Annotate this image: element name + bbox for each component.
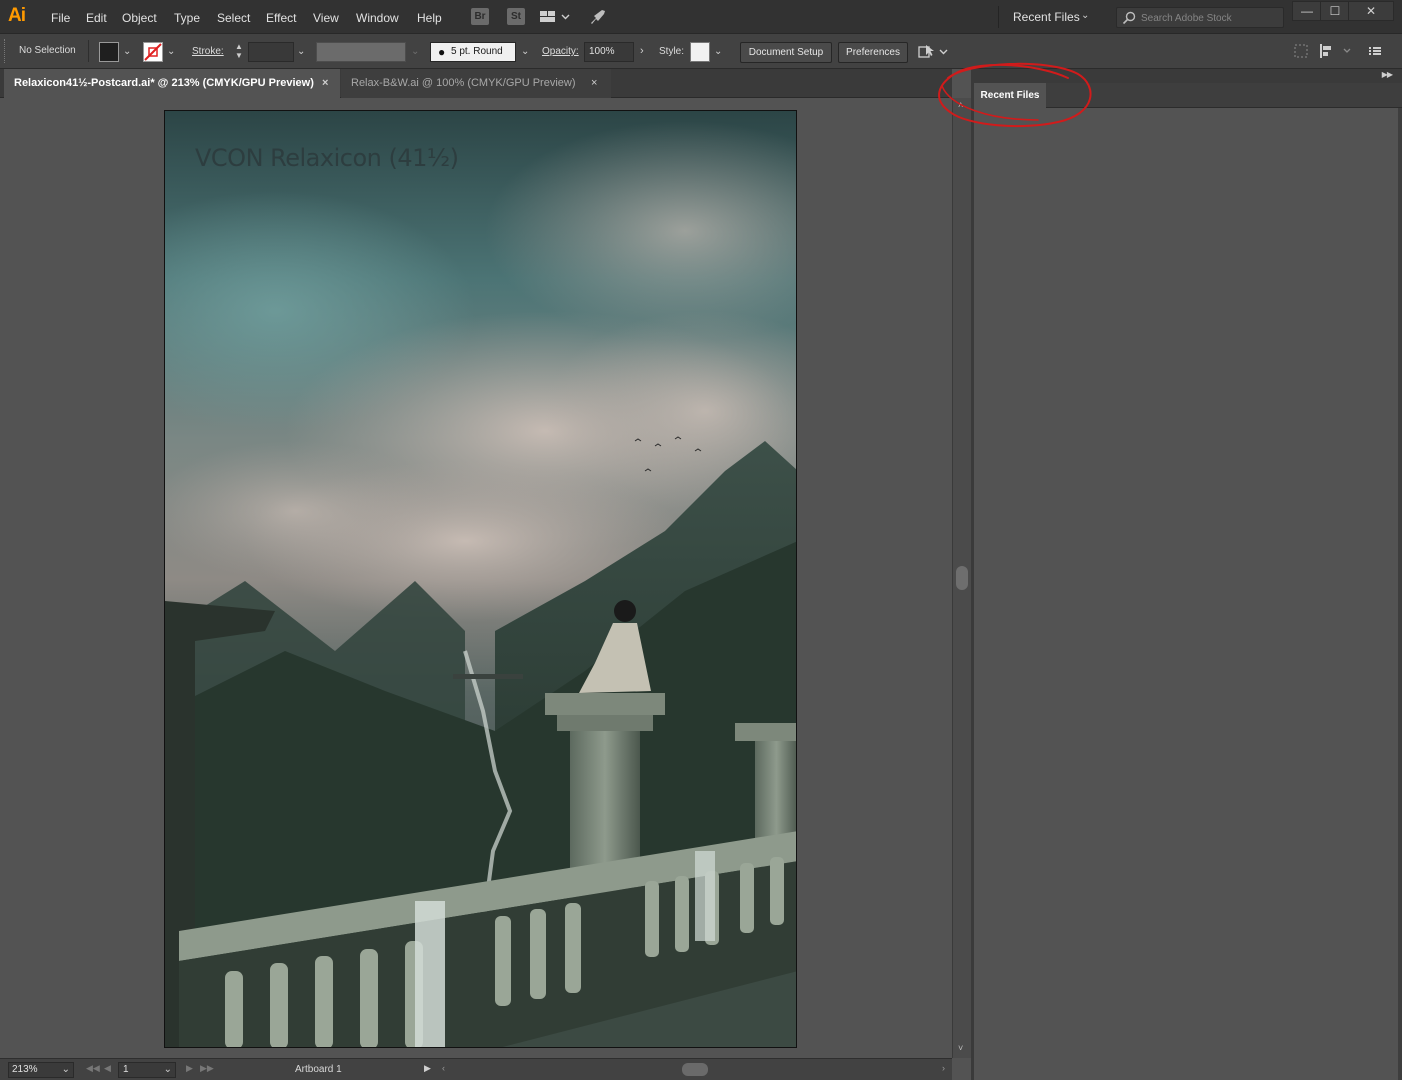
minimize-button[interactable]: — <box>1292 1 1322 21</box>
canvas-area[interactable]: VCON Relaxicon (41½) <box>0 98 952 1058</box>
bridge-icon[interactable]: Br <box>471 8 489 25</box>
menu-window[interactable]: Window <box>356 10 399 26</box>
chevron-down-icon[interactable]: ⌄ <box>297 46 305 57</box>
status-bar: 213% ⌄ ◀◀ ◀ 1 ⌄ ▶ ▶▶ Artboard 1 ▶ ‹ › <box>0 1058 952 1080</box>
align-button[interactable] <box>1318 43 1354 59</box>
stock-icon[interactable]: St <box>507 8 525 25</box>
document-tab-bw[interactable]: Relax-B&W.ai @ 100% (CMYK/GPU Preview) × <box>341 69 611 98</box>
artboard-number-field[interactable]: 1 ⌄ <box>118 1062 176 1078</box>
scroll-left-icon[interactable]: ‹ <box>442 1063 445 1073</box>
tab-label: Relaxicon41½-Postcard.ai* @ 213% (CMYK/G… <box>14 77 314 89</box>
chevron-down-icon: ⌄ <box>411 46 420 57</box>
document-setup-button[interactable]: Document Setup <box>740 42 832 63</box>
artwork-image <box>165 111 796 1047</box>
scroll-down-icon[interactable]: ˅ <box>958 1043 963 1053</box>
menu-view[interactable]: View <box>313 10 339 26</box>
selection-status: No Selection <box>19 45 76 56</box>
close-icon[interactable]: × <box>591 69 597 98</box>
close-window-button[interactable]: ✕ <box>1348 1 1394 21</box>
stroke-label[interactable]: Stroke: <box>192 46 224 57</box>
vertical-scroll-thumb[interactable] <box>956 566 968 590</box>
no-stroke-icon <box>144 43 162 61</box>
menu-help[interactable]: Help <box>417 10 442 26</box>
search-input[interactable] <box>1141 10 1281 26</box>
zoom-level-field[interactable]: 213% ⌄ <box>8 1062 74 1078</box>
hamburger-icon <box>1369 47 1381 55</box>
chevron-down-icon[interactable]: ⌄ <box>123 46 131 57</box>
artboard[interactable]: VCON Relaxicon (41½) <box>164 110 797 1048</box>
tab-recent-files[interactable]: Recent Files <box>974 83 1046 108</box>
adobe-stock-search <box>1116 7 1284 28</box>
first-artboard-icon[interactable]: ◀◀ <box>86 1063 100 1074</box>
brush-dot-icon: ● <box>438 45 446 59</box>
control-divider <box>88 40 89 62</box>
opacity-field[interactable]: 100% <box>584 42 634 62</box>
horizontal-scroll-thumb[interactable] <box>682 1063 708 1076</box>
stroke-swatch[interactable] <box>143 42 163 62</box>
chevron-down-icon[interactable]: ⌄ <box>62 1063 70 1077</box>
rocket-icon <box>591 10 605 24</box>
right-panel-dock: ▶▶ Recent Files <box>974 69 1402 1080</box>
menu-effect[interactable]: Effect <box>266 10 296 26</box>
panel-grip[interactable] <box>4 39 7 63</box>
arrange-documents-button[interactable] <box>538 9 570 25</box>
stroke-weight-field[interactable] <box>248 42 294 62</box>
menu-type[interactable]: Type <box>174 10 200 26</box>
zoom-value: 213% <box>12 1064 38 1075</box>
workspace-switcher[interactable]: Recent Files <box>1013 10 1080 24</box>
style-label: Style: <box>659 46 685 57</box>
chevron-down-icon[interactable]: ⌄ <box>521 46 529 57</box>
graphic-style-swatch[interactable] <box>690 42 710 62</box>
vertical-scrollbar[interactable]: ˄ ˅ <box>952 98 971 1058</box>
menu-object[interactable]: Object <box>122 10 157 26</box>
brush-definition[interactable]: ● 5 pt. Round <box>430 42 516 62</box>
menu-select[interactable]: Select <box>217 10 250 26</box>
artboard-number: 1 <box>123 1064 129 1075</box>
status-menu-icon[interactable]: ▶ <box>424 1063 431 1074</box>
select-similar-icon <box>918 45 948 58</box>
scroll-right-icon[interactable]: › <box>942 1063 945 1073</box>
search-icon <box>1122 11 1136 25</box>
chevron-down-icon[interactable]: ⌄ <box>164 1063 172 1077</box>
menubar-separator <box>998 6 999 28</box>
artwork-title: VCON Relaxicon (41½) <box>195 144 459 172</box>
tab-label: Relax-B&W.ai @ 100% (CMYK/GPU Preview) <box>351 77 576 89</box>
panel-tab-strip: Recent Files <box>974 83 1402 108</box>
preferences-button[interactable]: Preferences <box>838 42 908 63</box>
scroll-up-icon[interactable]: ˄ <box>958 100 963 110</box>
menu-file[interactable]: File <box>51 10 70 26</box>
chevron-down-icon[interactable]: ⌄ <box>167 46 175 57</box>
control-panel-menu-button[interactable] <box>1367 43 1383 59</box>
next-artboard-icon[interactable]: ▶ <box>186 1063 193 1074</box>
close-icon[interactable]: × <box>322 69 328 98</box>
stroke-weight-stepper[interactable]: ▲ ▼ <box>232 42 246 62</box>
menu-edit[interactable]: Edit <box>86 10 107 26</box>
document-tab-postcard[interactable]: Relaxicon41½-Postcard.ai* @ 213% (CMYK/G… <box>4 69 340 98</box>
maximize-button[interactable]: ☐ <box>1320 1 1350 21</box>
menu-bar: Ai File Edit Object Type Select Effect V… <box>0 0 1402 34</box>
brush-label: 5 pt. Round <box>451 46 503 57</box>
last-artboard-icon[interactable]: ▶▶ <box>200 1063 214 1074</box>
panel-edge <box>1398 108 1402 1080</box>
control-bar: No Selection ⌄ ⌄ Stroke: ▲ ▼ ⌄ ⌄ ● 5 pt. … <box>0 34 1402 69</box>
chevron-right-icon[interactable]: › <box>640 45 644 57</box>
transform-icon[interactable] <box>1293 43 1309 59</box>
collapse-panels-icon[interactable]: ▶▶ <box>1382 70 1393 79</box>
status-artboard-label: Artboard 1 <box>295 1064 342 1075</box>
illustrator-logo[interactable]: Ai <box>8 4 34 28</box>
fill-swatch[interactable] <box>99 42 119 62</box>
document-tab-bar: Relaxicon41½-Postcard.ai* @ 213% (CMYK/G… <box>0 69 952 98</box>
select-similar-button[interactable] <box>917 42 949 62</box>
chevron-down-icon[interactable]: ⌄ <box>1081 10 1089 21</box>
chevron-down-icon[interactable]: ⌄ <box>714 46 722 57</box>
arrange-documents-icon <box>540 11 570 22</box>
previous-artboard-icon[interactable]: ◀ <box>104 1063 111 1074</box>
variable-width-profile[interactable] <box>316 42 406 62</box>
panel-header: ▶▶ <box>974 69 1402 83</box>
gpu-performance-button[interactable] <box>588 7 608 27</box>
opacity-label[interactable]: Opacity: <box>542 46 579 57</box>
align-icon <box>1320 44 1351 58</box>
